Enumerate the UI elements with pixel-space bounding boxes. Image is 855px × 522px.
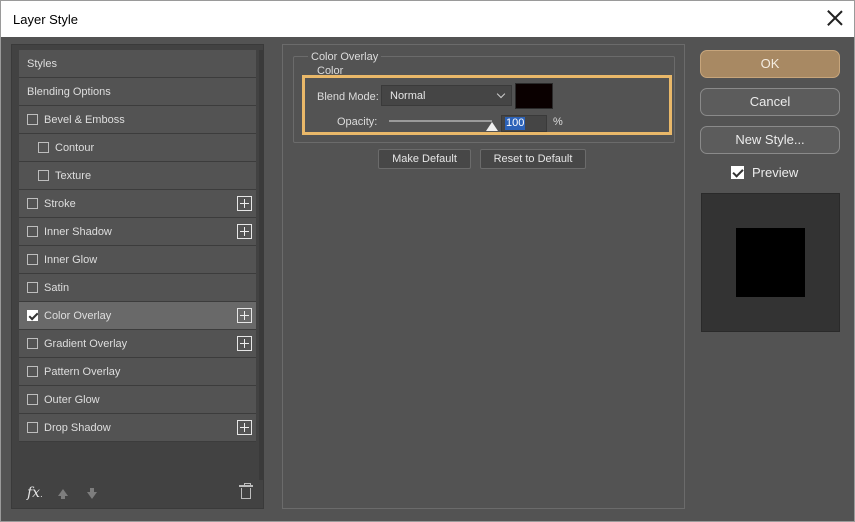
opacity-value: 100 — [505, 117, 526, 130]
style-item-outer-glow[interactable]: Outer Glow — [19, 386, 256, 414]
color-overlay-group: Color Overlay Color Blend Mode: Normal O… — [293, 51, 675, 143]
style-checkbox[interactable] — [27, 226, 38, 237]
preview-thumbnail — [701, 193, 840, 332]
style-item-label: Contour — [55, 141, 95, 154]
preview-swatch — [736, 228, 805, 297]
group-legend: Color Overlay — [308, 51, 382, 63]
style-item-label: Blending Options — [27, 85, 111, 98]
style-checkbox[interactable] — [27, 422, 38, 433]
preview-checkbox[interactable] — [731, 166, 744, 179]
reset-to-default-button[interactable]: Reset to Default — [480, 149, 586, 169]
style-checkbox[interactable] — [38, 142, 49, 153]
style-item-label: Texture — [55, 169, 92, 182]
chevron-down-icon — [496, 89, 506, 99]
make-default-button[interactable]: Make Default — [378, 149, 471, 169]
style-item-stroke[interactable]: Stroke — [19, 190, 256, 218]
style-checkbox[interactable] — [27, 394, 38, 405]
opacity-slider[interactable] — [389, 120, 492, 122]
plus-icon[interactable] — [237, 420, 252, 435]
style-item-pattern-overlay[interactable]: Pattern Overlay — [19, 358, 256, 386]
style-checkbox[interactable] — [27, 366, 38, 377]
style-item-bevel-emboss[interactable]: Bevel & Emboss — [19, 106, 256, 134]
style-checkbox[interactable] — [27, 338, 38, 349]
blend-mode-select[interactable]: Normal — [381, 85, 512, 106]
style-item-inner-shadow[interactable]: Inner Shadow — [19, 218, 256, 246]
preview-label: Preview — [752, 165, 799, 180]
style-item-label: Pattern Overlay — [44, 365, 121, 378]
highlight-frame: Blend Mode: Normal Opacity: 100 % — [302, 75, 672, 135]
dialog-title: Layer Style — [13, 12, 79, 27]
style-item-label: Color Overlay — [44, 309, 112, 322]
plus-icon[interactable] — [237, 336, 252, 351]
style-item-label: Drop Shadow — [44, 421, 111, 434]
style-item-label: Outer Glow — [44, 393, 100, 406]
plus-icon[interactable] — [237, 196, 252, 211]
style-item-color-overlay[interactable]: Color Overlay — [19, 302, 256, 330]
close-icon[interactable] — [826, 9, 844, 27]
color-swatch[interactable] — [515, 83, 553, 109]
opacity-slider-thumb[interactable] — [486, 122, 498, 131]
preview-toggle[interactable]: Preview — [731, 165, 798, 180]
style-item-gradient-overlay[interactable]: Gradient Overlay — [19, 330, 256, 358]
plus-icon[interactable] — [237, 224, 252, 239]
fx-icon[interactable]: fx. — [27, 485, 43, 501]
move-up-icon[interactable] — [58, 489, 68, 499]
style-checkbox[interactable] — [27, 114, 38, 125]
opacity-unit: % — [553, 116, 563, 128]
styles-panel: Styles Blending Options Bevel & Emboss Cont… — [11, 44, 264, 509]
style-item-label: Bevel & Emboss — [44, 113, 125, 126]
style-item-texture[interactable]: Texture — [19, 162, 256, 190]
ok-button[interactable]: OK — [700, 50, 840, 78]
layer-style-dialog: Layer Style Styles Blending Options Bevel … — [0, 0, 855, 522]
style-item-inner-glow[interactable]: Inner Glow — [19, 246, 256, 274]
cancel-button[interactable]: Cancel — [700, 88, 840, 116]
style-item-blending-options[interactable]: Blending Options — [19, 78, 256, 106]
style-item-label: Inner Glow — [44, 253, 98, 266]
style-checkbox[interactable] — [27, 310, 38, 321]
style-checkbox[interactable] — [27, 282, 38, 293]
style-checkbox[interactable] — [27, 198, 38, 209]
blend-mode-label: Blend Mode: — [317, 91, 379, 103]
opacity-input[interactable]: 100 — [501, 115, 547, 132]
opacity-label: Opacity: — [337, 116, 378, 128]
style-item-satin[interactable]: Satin — [19, 274, 256, 302]
new-style-button[interactable]: New Style... — [700, 126, 840, 154]
styles-footer: fx. — [12, 480, 263, 508]
style-item-label: Gradient Overlay — [44, 337, 128, 350]
options-panel: Color Overlay Color Blend Mode: Normal O… — [282, 44, 685, 509]
style-checkbox[interactable] — [38, 170, 49, 181]
styles-list: Styles Blending Options Bevel & Emboss Cont… — [19, 50, 256, 442]
style-item-label: Stroke — [44, 197, 76, 210]
move-down-icon[interactable] — [87, 488, 97, 499]
plus-icon[interactable] — [237, 308, 252, 323]
style-item-contour[interactable]: Contour — [19, 134, 256, 162]
style-item-label: Satin — [44, 281, 70, 294]
fx-label: fx — [27, 485, 41, 501]
styles-scrollbar[interactable] — [259, 50, 263, 480]
style-item-styles[interactable]: Styles — [19, 50, 256, 78]
style-item-drop-shadow[interactable]: Drop Shadow — [19, 414, 256, 442]
blend-mode-value: Normal — [390, 90, 426, 102]
trash-icon[interactable] — [239, 483, 253, 499]
style-item-label: Styles — [27, 57, 57, 70]
title-bar: Layer Style — [1, 1, 854, 37]
style-checkbox[interactable] — [27, 254, 38, 265]
style-item-label: Inner Shadow — [44, 225, 112, 238]
